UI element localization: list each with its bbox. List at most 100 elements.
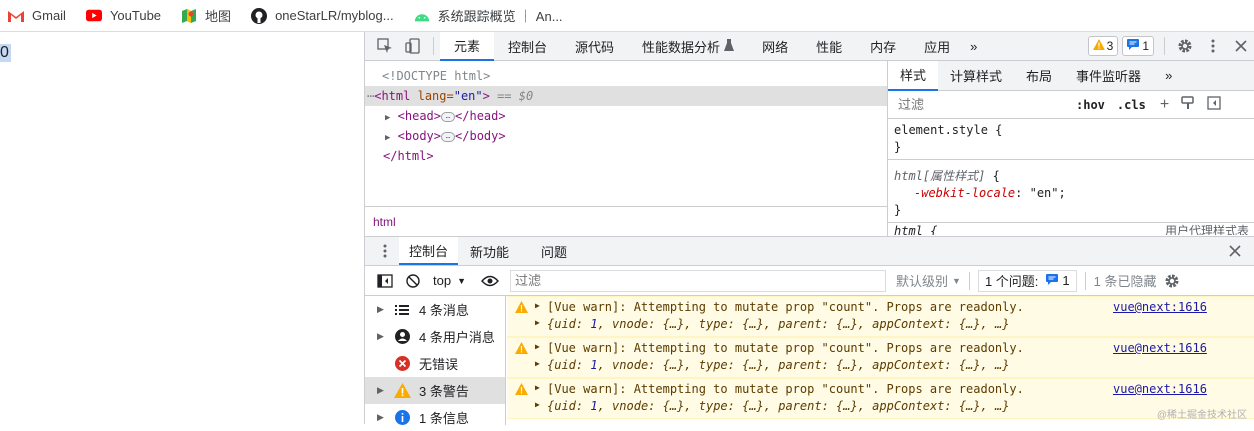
rule-close-brace: }: [894, 203, 902, 217]
bookmark-maps[interactable]: 地图: [181, 6, 231, 25]
log-levels-label: 默认级别: [896, 274, 949, 289]
more-style-tabs-button[interactable]: »: [1153, 61, 1184, 91]
bookmark-android[interactable]: 系统跟踪概览 ｜ An...: [414, 6, 563, 25]
html-ua-rule: html { 用户代理样式表: [888, 223, 1254, 235]
tab-styles[interactable]: 样式: [888, 60, 939, 91]
breadcrumb-html[interactable]: html: [373, 215, 396, 229]
sidebar-item-user-messages[interactable]: ▶ 4 条用户消息: [365, 323, 505, 350]
object-rest: , vnode: {…}, type: {…}, parent: {…}, ap…: [597, 358, 1010, 372]
sidebar-item-messages[interactable]: ▶ 4 条消息: [365, 296, 505, 323]
sidebar-item-errors[interactable]: 无错误: [365, 350, 505, 377]
clear-console-icon[interactable]: [399, 267, 427, 295]
drawer-tab-issues[interactable]: 问题: [521, 237, 587, 265]
sidebar-item-label: 3 条警告: [419, 384, 469, 399]
css-value[interactable]: "en": [1030, 186, 1059, 200]
paint-icon[interactable]: [1181, 96, 1195, 113]
tab-performance-insights[interactable]: 性能数据分析: [628, 32, 748, 61]
tab-sources[interactable]: 源代码: [561, 32, 628, 61]
issues-counter-button[interactable]: 1 个问题: 1: [977, 269, 1077, 292]
user-agent-stylesheet-label: 用户代理样式表: [1164, 224, 1249, 235]
doctype-node[interactable]: <!DOCTYPE html>: [365, 66, 887, 86]
expand-triangle-icon[interactable]: ▶: [535, 359, 540, 368]
element-style-selector[interactable]: element.style {: [894, 122, 1249, 139]
html-tag-close: >: [482, 89, 490, 103]
drawer-tab-console[interactable]: 控制台: [399, 237, 459, 265]
tab-event-listeners[interactable]: 事件监听器: [1064, 61, 1153, 91]
cls-button[interactable]: .cls: [1117, 98, 1146, 112]
issues-badge[interactable]: 1: [1122, 36, 1154, 56]
tab-computed[interactable]: 计算样式: [938, 61, 1014, 91]
drawer-tabbar: 控制台 新功能 问题: [365, 237, 1254, 266]
expand-triangle-icon[interactable]: ▶: [385, 133, 390, 143]
html-node[interactable]: ⋯<html lang="en"> == $0: [365, 86, 887, 106]
expand-triangle-icon[interactable]: ▶: [535, 342, 540, 351]
sidebar-item-info[interactable]: ▶ 1 条信息: [365, 404, 505, 431]
css-property[interactable]: -webkit-locale: [914, 186, 1015, 200]
close-icon[interactable]: [1227, 32, 1254, 60]
kebab-menu-icon[interactable]: [1199, 32, 1227, 60]
inspect-icon[interactable]: [371, 32, 399, 60]
tab-performance[interactable]: 性能: [802, 32, 856, 61]
expand-triangle-icon[interactable]: ▶: [385, 113, 390, 123]
expand-triangle-icon[interactable]: ▶: [535, 318, 540, 327]
console-warning-message[interactable]: ▶ [Vue warn]: Attempting to mutate prop …: [507, 378, 1254, 419]
expand-triangle-icon[interactable]: ▶: [535, 400, 540, 409]
message-source-link[interactable]: vue@next:1616: [1113, 382, 1207, 396]
styles-filter-input[interactable]: [894, 93, 1064, 116]
tab-application[interactable]: 应用: [910, 32, 964, 61]
html-close-node[interactable]: </html>: [365, 146, 887, 166]
expand-triangle-icon: ▶: [377, 331, 384, 341]
console-warning-message[interactable]: ▶ [Vue warn]: Attempting to mutate prop …: [507, 296, 1254, 337]
collapsed-ellipsis[interactable]: …: [441, 111, 456, 122]
tab-memory[interactable]: 内存: [856, 32, 910, 61]
expand-triangle-icon[interactable]: ▶: [535, 301, 540, 310]
html-attr-value: "en": [453, 89, 483, 103]
head-node[interactable]: ▶ <head>… </head>: [365, 106, 887, 126]
gear-icon[interactable]: [1171, 32, 1199, 60]
tab-console[interactable]: 控制台: [494, 32, 561, 61]
attribute-style-rule: html[属性样式] { -webkit-locale: "en"; }: [888, 160, 1254, 223]
console-settings-gear-icon[interactable]: [1158, 267, 1186, 295]
eye-icon[interactable]: [476, 267, 504, 295]
bookmark-gmail[interactable]: Gmail: [8, 8, 66, 24]
message-object[interactable]: {uid: 1, vnode: {…}, type: {…}, parent: …: [547, 317, 1009, 331]
expand-triangle-icon[interactable]: ▶: [535, 383, 540, 392]
message-object[interactable]: {uid: 1, vnode: {…}, type: {…}, parent: …: [547, 399, 1009, 413]
devtools-main-toolbar: 元素 控制台 源代码 性能数据分析 网络 性能 内存 应用 » 3 1: [365, 31, 1254, 61]
console-warning-message[interactable]: ▶ [Vue warn]: Attempting to mutate prop …: [507, 337, 1254, 378]
console-messages: ▶ [Vue warn]: Attempting to mutate prop …: [507, 296, 1254, 425]
log-levels-dropdown[interactable]: 默认级别 ▼: [896, 271, 961, 290]
bookmark-github[interactable]: oneStarLR/myblog...: [251, 7, 394, 24]
message-icon: [1046, 273, 1059, 288]
bookmark-label: Gmail: [32, 8, 66, 23]
bookmark-label: YouTube: [109, 8, 162, 23]
warnings-badge[interactable]: 3: [1087, 36, 1119, 56]
hov-button[interactable]: :hov: [1076, 98, 1105, 112]
show-sidebar-icon[interactable]: [371, 267, 399, 295]
message-text: [Vue warn]: Attempting to mutate prop "c…: [547, 300, 1024, 314]
more-tabs-button[interactable]: »: [964, 32, 983, 61]
tab-layout[interactable]: 布局: [1014, 61, 1064, 91]
github-icon: [251, 7, 268, 24]
sidebar-item-warnings[interactable]: ▶ 3 条警告: [365, 377, 505, 404]
add-rule-icon[interactable]: +: [1160, 96, 1169, 114]
drawer-close-icon[interactable]: [1221, 237, 1249, 265]
drawer-menu-icon[interactable]: [371, 237, 399, 265]
tab-network[interactable]: 网络: [748, 32, 802, 61]
body-node[interactable]: ▶ <body>… </body>: [365, 126, 887, 146]
device-toolbar-icon[interactable]: [399, 32, 427, 60]
message-source-link[interactable]: vue@next:1616: [1113, 341, 1207, 355]
collapsed-ellipsis[interactable]: …: [441, 131, 456, 142]
message-source-link[interactable]: vue@next:1616: [1113, 300, 1207, 314]
context-selector[interactable]: top ▼: [433, 273, 466, 288]
bookmark-youtube[interactable]: YouTube: [85, 8, 162, 24]
console-filter-input[interactable]: [510, 269, 886, 292]
message-object[interactable]: {uid: 1, vnode: {…}, type: {…}, parent: …: [547, 358, 1009, 372]
toggle-sidebar-icon[interactable]: [1207, 96, 1221, 113]
object-key: uid: [554, 399, 576, 413]
drawer-tab-whats-new[interactable]: 新功能: [458, 237, 521, 265]
page-text: 0: [0, 44, 11, 62]
expand-triangle-icon: ▶: [377, 304, 384, 314]
tab-elements[interactable]: 元素: [440, 31, 495, 61]
youtube-icon: [85, 8, 102, 24]
